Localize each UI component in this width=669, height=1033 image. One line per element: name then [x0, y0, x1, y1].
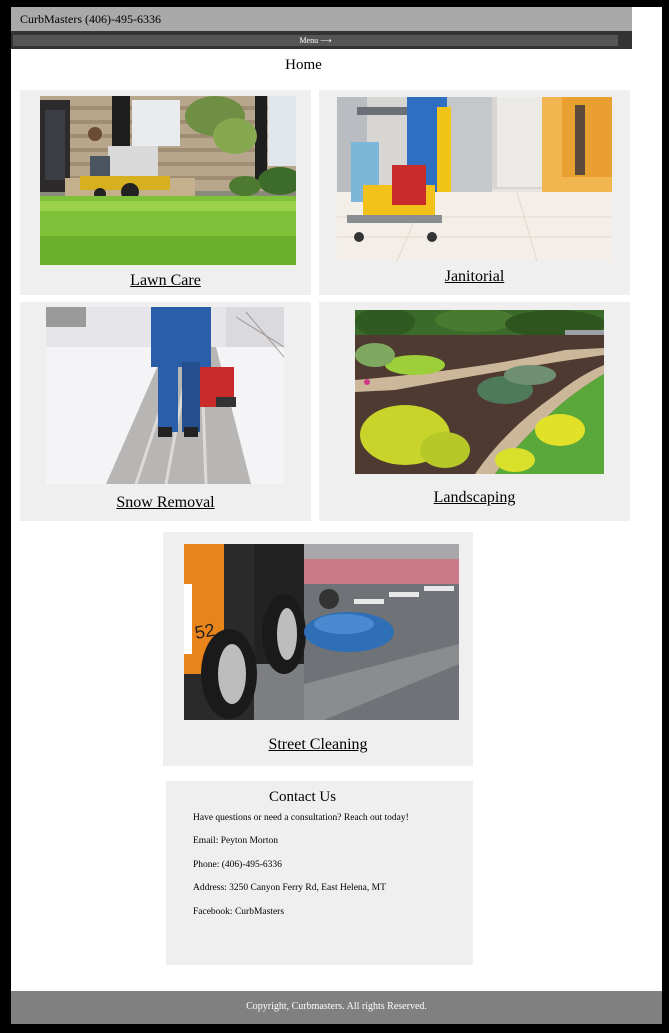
service-label-landscaping[interactable]: Landscaping [319, 489, 630, 507]
janitorial-photo [337, 97, 612, 261]
landscaping-photo [355, 310, 604, 474]
service-card-street-cleaning[interactable]: 52 Street Cleaning [163, 532, 473, 766]
contact-section: Contact Us Have questions or need a cons… [166, 781, 473, 965]
service-card-snow-removal[interactable]: Snow Removal [20, 302, 311, 521]
lawn-care-photo [40, 96, 296, 265]
top-bar: CurbMasters (406)-495-6336 [11, 7, 632, 31]
service-card-janitorial[interactable]: Janitorial [319, 90, 630, 295]
contact-facebook: Facebook: CurbMasters [193, 907, 285, 917]
menu-bar: Menu ⟶ [11, 31, 632, 49]
street-cleaning-photo: 52 [184, 544, 459, 720]
service-label-lawn-care[interactable]: Lawn Care [20, 272, 311, 290]
contact-intro: Have questions or need a consultation? R… [193, 813, 409, 823]
service-card-lawn-care[interactable]: Lawn Care [20, 90, 311, 295]
footer-copyright: Copyright, Curbmasters. All rights Reser… [246, 1001, 427, 1012]
page-title: Home [285, 57, 322, 73]
footer: Copyright, Curbmasters. All rights Reser… [11, 991, 662, 1024]
menu-button[interactable]: Menu ⟶ [13, 35, 618, 46]
service-card-landscaping[interactable]: Landscaping [319, 302, 630, 521]
page: CurbMasters (406)-495-6336 Menu ⟶ Home L… [11, 7, 662, 1024]
contact-address: Address: 3250 Canyon Ferry Rd, East Hele… [193, 883, 386, 893]
contact-phone: Phone: (406)-495-6336 [193, 860, 282, 870]
contact-email: Email: Peyton Morton [193, 836, 278, 846]
brand-name: CurbMasters (406)-495-6336 [20, 12, 161, 26]
snow-removal-photo [46, 307, 284, 484]
service-label-street-cleaning[interactable]: Street Cleaning [163, 736, 473, 754]
service-label-snow-removal[interactable]: Snow Removal [20, 494, 311, 512]
service-label-janitorial[interactable]: Janitorial [319, 268, 630, 286]
contact-title: Contact Us [268, 789, 337, 805]
